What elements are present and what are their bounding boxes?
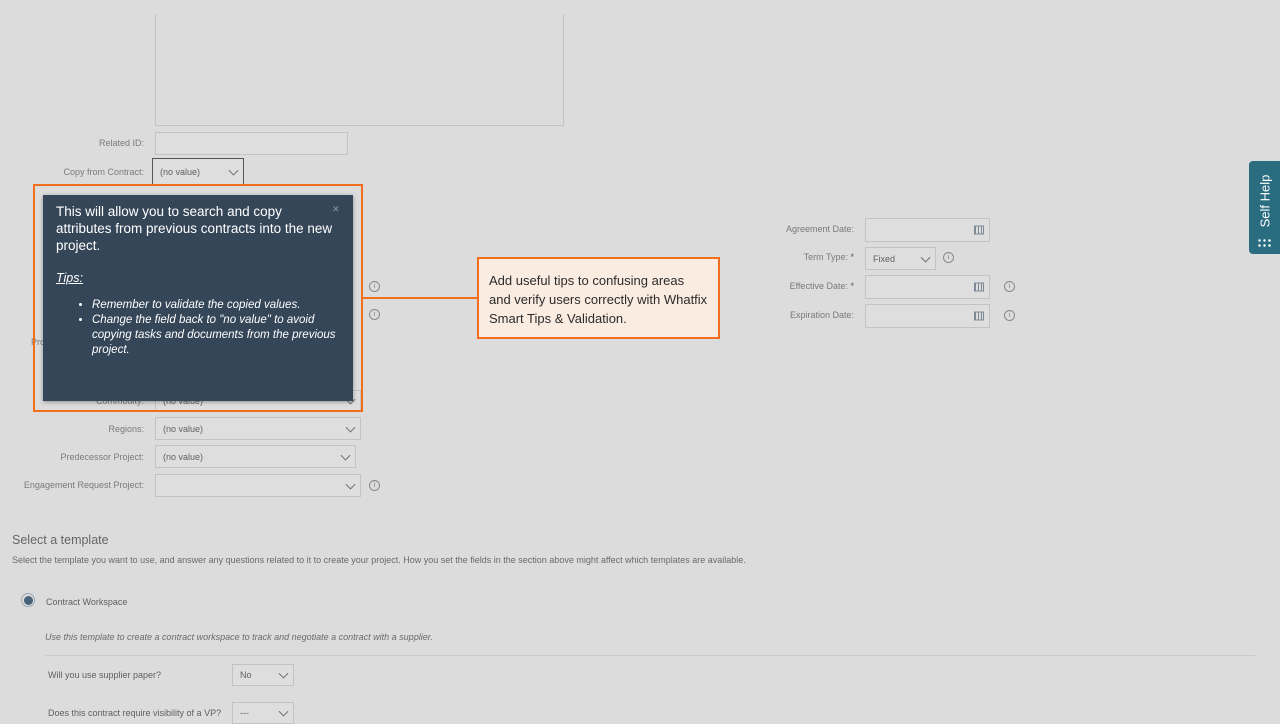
- whatfix-callout-box: Add useful tips to confusing areas and v…: [477, 257, 720, 339]
- predecessor-project-select[interactable]: (no value): [155, 445, 356, 468]
- engagement-request-select[interactable]: [155, 474, 361, 497]
- info-icon[interactable]: i: [943, 252, 954, 263]
- info-icon[interactable]: i: [369, 309, 380, 320]
- smart-tip-tips-heading: Tips:: [56, 271, 83, 285]
- description-textarea[interactable]: [155, 14, 564, 126]
- chevron-down-icon: [228, 165, 239, 176]
- regions-select[interactable]: (no value): [155, 417, 361, 440]
- term-type-value: Fixed: [873, 253, 896, 264]
- regions-label: Regions:: [108, 424, 144, 434]
- divider: [45, 655, 1255, 656]
- callout-connector-line: [363, 297, 478, 299]
- related-id-label: Related ID:: [98, 138, 144, 148]
- chevron-down-icon: [345, 479, 356, 490]
- self-help-tab[interactable]: Self Help: [1249, 161, 1280, 254]
- smart-tip-list: Remember to validate the copied values. …: [56, 298, 339, 358]
- grip-dots-icon: [1257, 238, 1271, 247]
- chevron-down-icon: [340, 450, 351, 461]
- contract-workspace-label[interactable]: Contract Workspace: [46, 597, 127, 607]
- vp-visibility-value: ---: [240, 708, 249, 718]
- supplier-paper-value: No: [240, 670, 252, 680]
- effective-date-input[interactable]: [865, 275, 990, 299]
- supplier-paper-select[interactable]: No: [232, 664, 294, 686]
- copy-from-contract-label: Copy from Contract:: [63, 167, 144, 177]
- term-type-label: Term Type: *: [804, 252, 854, 262]
- engagement-request-label: Engagement Request Project:: [23, 480, 144, 490]
- calendar-icon[interactable]: [974, 225, 984, 235]
- template-description: Select the template you want to use, and…: [12, 555, 746, 565]
- term-type-select[interactable]: Fixed: [865, 247, 936, 270]
- expiration-date-label: Expiration Date:: [789, 310, 854, 320]
- vp-visibility-label: Does this contract require visibility of…: [48, 708, 222, 718]
- copy-from-contract-select[interactable]: (no value): [152, 158, 244, 186]
- chevron-down-icon: [345, 422, 356, 433]
- smart-tip-item: Remember to validate the copied values.: [92, 298, 339, 313]
- agreement-date-label: Agreement Date:: [785, 224, 854, 234]
- effective-date-label-text: Effective Date:: [789, 281, 848, 291]
- term-type-label-text: Term Type:: [803, 252, 848, 262]
- chevron-down-icon: [920, 252, 931, 263]
- smart-tip-item: Change the field back to "no value" to a…: [92, 313, 339, 358]
- required-marker: *: [850, 252, 854, 262]
- supplier-paper-label: Will you use supplier paper?: [48, 670, 162, 680]
- predecessor-project-label: Predecessor Project:: [60, 452, 144, 462]
- effective-date-label: Effective Date: *: [790, 281, 854, 291]
- copy-from-contract-value: (no value): [160, 167, 201, 177]
- info-icon[interactable]: i: [1004, 310, 1015, 321]
- chevron-down-icon: [278, 668, 289, 679]
- chevron-down-icon: [278, 706, 289, 717]
- self-help-label: Self Help: [1257, 174, 1272, 228]
- vp-visibility-select[interactable]: ---: [232, 702, 294, 724]
- calendar-icon[interactable]: [974, 311, 984, 321]
- calendar-icon[interactable]: [974, 282, 984, 292]
- regions-value: (no value): [163, 423, 204, 434]
- close-icon[interactable]: ✕: [332, 204, 340, 215]
- info-icon[interactable]: i: [369, 480, 380, 491]
- agreement-date-input[interactable]: [865, 218, 990, 242]
- contract-workspace-description: Use this template to create a contract w…: [45, 632, 433, 642]
- predecessor-project-value: (no value): [163, 451, 204, 462]
- smart-tip-tooltip: This will allow you to search and copy a…: [43, 195, 353, 401]
- expiration-date-input[interactable]: [865, 304, 990, 328]
- contract-workspace-radio[interactable]: [21, 593, 35, 607]
- related-id-input[interactable]: [155, 132, 348, 155]
- required-marker: *: [850, 281, 854, 291]
- radio-dot: [23, 595, 33, 605]
- info-icon[interactable]: i: [369, 281, 380, 292]
- smart-tip-main-text: This will allow you to search and copy a…: [56, 204, 333, 253]
- template-heading: Select a template: [12, 533, 109, 547]
- info-icon[interactable]: i: [1004, 281, 1015, 292]
